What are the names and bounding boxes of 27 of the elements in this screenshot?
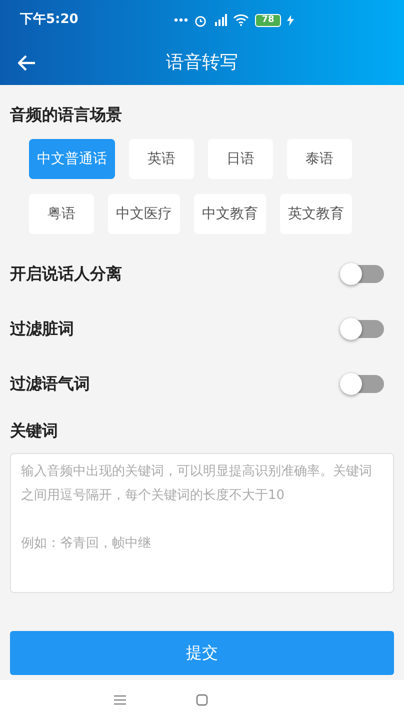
more-icon [174, 18, 188, 22]
alarm-clock-icon [194, 14, 207, 26]
language-chip[interactable]: 英语 [129, 139, 194, 179]
section-title: 音频的语言场景 [10, 104, 123, 126]
setting-label: 开启说话人分离 [10, 262, 122, 284]
back-icon[interactable] [18, 54, 36, 70]
setting-label: 过滤脏词 [10, 318, 74, 340]
setting-label: 过滤语气词 [10, 372, 90, 394]
wifi-icon [233, 14, 249, 26]
status-time: 下午5:20 [20, 11, 78, 30]
language-chip[interactable]: 泰语 [287, 139, 352, 179]
signal-icon [213, 14, 227, 26]
toggle-switch[interactable] [340, 262, 384, 284]
language-chip[interactable]: 粤语 [29, 194, 94, 234]
toggle-switch[interactable] [340, 372, 384, 394]
toggle-switch[interactable] [340, 318, 384, 340]
charging-icon [287, 14, 294, 26]
language-chip[interactable]: 中文医疗 [108, 194, 180, 234]
section-title: 关键词 [10, 420, 59, 442]
home-icon[interactable] [196, 694, 208, 706]
language-chip[interactable]: 英文教育 [280, 194, 352, 234]
page-title: 语音转写 [166, 51, 238, 75]
keywords-field[interactable]: 输入音频中出现的关键词，可以明显提高识别准确率。关键词之间用逗号隔开，每个关键词的长度不大于10 例如：爷青回，帧中继 [10, 453, 394, 593]
battery-indicator: 78 [255, 14, 281, 26]
language-chip[interactable]: 日语 [208, 139, 273, 179]
language-chip[interactable]: 中文教育 [194, 194, 266, 234]
menu-icon[interactable] [114, 695, 126, 705]
